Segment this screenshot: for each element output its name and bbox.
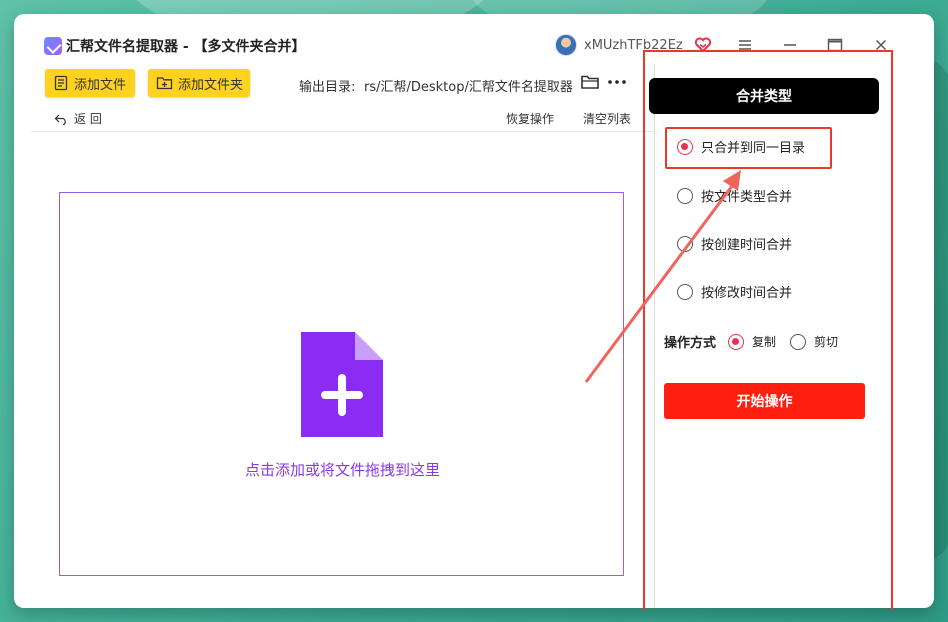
add-folder-label: 添加文件夹 bbox=[178, 77, 244, 93]
app-logo-icon bbox=[44, 37, 62, 55]
add-folder-button[interactable]: 添加文件夹 bbox=[148, 69, 250, 97]
back-label: 返 回 bbox=[74, 112, 102, 126]
merge-option-by-ctime[interactable]: 按创建时间合并 bbox=[677, 234, 792, 253]
op-option-copy[interactable]: 复制 bbox=[728, 333, 776, 350]
radio-button[interactable] bbox=[790, 333, 807, 350]
add-file-label: 添加文件 bbox=[74, 77, 127, 93]
avatar[interactable] bbox=[555, 34, 577, 56]
merge-type-header: 合并类型 bbox=[649, 78, 879, 114]
merge-option-by-type[interactable]: 按文件类型合并 bbox=[677, 186, 792, 205]
radio-button[interactable] bbox=[728, 333, 745, 350]
add-file-button[interactable]: 添加文件 bbox=[45, 69, 135, 97]
merge-option-label: 按创建时间合并 bbox=[701, 238, 793, 253]
op-option-label: 剪切 bbox=[814, 335, 839, 349]
restore-button[interactable]: 恢复操作 bbox=[506, 110, 554, 127]
output-dir-label: 输出目录: bbox=[299, 80, 356, 95]
more-icon[interactable] bbox=[606, 74, 628, 90]
operation-mode: 操作方式 复制 剪切 bbox=[664, 332, 852, 351]
clear-list-button[interactable]: 清空列表 bbox=[583, 110, 631, 127]
radio-button[interactable] bbox=[677, 283, 693, 300]
output-dir-path[interactable]: rs/汇帮/Desktop/汇帮文件名提取器 bbox=[364, 76, 576, 95]
merge-option-label: 按文件类型合并 bbox=[701, 190, 793, 205]
folder-plus-icon bbox=[156, 77, 173, 90]
folder-icon[interactable] bbox=[580, 73, 600, 91]
back-button[interactable]: 返 回 bbox=[54, 110, 102, 127]
back-arrow-icon bbox=[54, 114, 66, 125]
add-document-icon bbox=[301, 332, 383, 437]
radio-button[interactable] bbox=[677, 235, 693, 252]
annotation-highlight-box bbox=[665, 127, 832, 169]
merge-option-by-mtime[interactable]: 按修改时间合并 bbox=[677, 282, 792, 301]
file-list-icon bbox=[54, 75, 68, 91]
file-drop-zone[interactable]: 点击添加或将文件拖拽到这里 bbox=[59, 192, 624, 576]
app-title: 汇帮文件名提取器 - 【多文件夹合并】 bbox=[66, 39, 306, 55]
merge-option-label: 按修改时间合并 bbox=[701, 286, 793, 301]
op-option-label: 复制 bbox=[752, 335, 777, 349]
operation-mode-label: 操作方式 bbox=[664, 336, 717, 351]
start-button[interactable]: 开始操作 bbox=[664, 383, 865, 419]
radio-button[interactable] bbox=[677, 187, 693, 204]
drop-hint: 点击添加或将文件拖拽到这里 bbox=[244, 461, 440, 479]
op-option-cut[interactable]: 剪切 bbox=[790, 333, 838, 350]
divider bbox=[31, 131, 655, 132]
